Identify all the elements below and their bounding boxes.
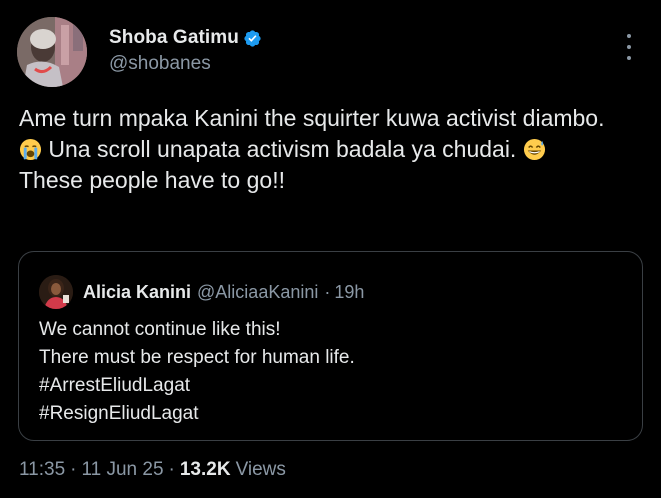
display-name-row: Shoba Gatimu: [109, 26, 262, 50]
tweet-time[interactable]: 11:35: [19, 459, 65, 481]
quoted-tweet-text: We cannot continue like this! There must…: [39, 316, 355, 428]
tweet-line: These people have to go!!: [19, 167, 285, 193]
quoted-separator: ·: [324, 281, 331, 302]
tweet-text: Ame turn mpaka Kanini the squirter kuwa …: [19, 103, 639, 196]
quoted-author-avatar[interactable]: [39, 275, 73, 309]
author-display-name[interactable]: Shoba Gatimu: [109, 27, 239, 49]
quoted-tweet-header: Alicia Kanini @AliciaaKanini · 19h: [39, 275, 364, 309]
author-handle[interactable]: @shobanes: [109, 53, 262, 75]
views-count[interactable]: 13.2K: [180, 459, 231, 481]
crying-face-emoji-icon: [19, 138, 42, 161]
verified-badge-icon: [244, 29, 261, 47]
meta-separator: ·: [70, 459, 77, 480]
more-dot: [627, 34, 631, 38]
more-dot: [627, 56, 631, 60]
tweet-date[interactable]: 11 Jun 25: [81, 459, 163, 481]
tweet-line: Una scroll unapata activism badala ya ch…: [19, 134, 639, 165]
quoted-author-handle[interactable]: @AliciaaKanini: [197, 282, 318, 303]
quoted-line: We cannot continue like this!: [39, 319, 281, 340]
author-avatar[interactable]: [17, 17, 87, 87]
meta-separator: ·: [168, 459, 175, 480]
quoted-timestamp[interactable]: 19h: [334, 282, 364, 303]
tweet-line: Ame turn mpaka Kanini the squirter kuwa …: [19, 105, 605, 131]
quoted-hashtag-resigneliudlagat[interactable]: #ResignEliudLagat: [39, 400, 355, 428]
more-options-icon[interactable]: [619, 34, 639, 60]
grinning-sweat-emoji-icon: [523, 138, 545, 161]
tweet-meta: 11:35 · 11 Jun 25 · 13.2K Views: [19, 459, 286, 481]
quoted-author-display-name[interactable]: Alicia Kanini: [83, 282, 191, 303]
more-dot: [627, 45, 631, 49]
views-label: Views: [235, 459, 286, 480]
author-info: Shoba Gatimu @shobanes: [109, 26, 262, 75]
tweet-line-text: Una scroll unapata activism badala ya ch…: [42, 136, 523, 162]
quoted-line: There must be respect for human life.: [39, 347, 355, 368]
quoted-hashtag-arresteliudlagat[interactable]: #ArrestEliudLagat: [39, 372, 355, 400]
quoted-tweet-card[interactable]: Alicia Kanini @AliciaaKanini · 19h We ca…: [18, 251, 643, 441]
